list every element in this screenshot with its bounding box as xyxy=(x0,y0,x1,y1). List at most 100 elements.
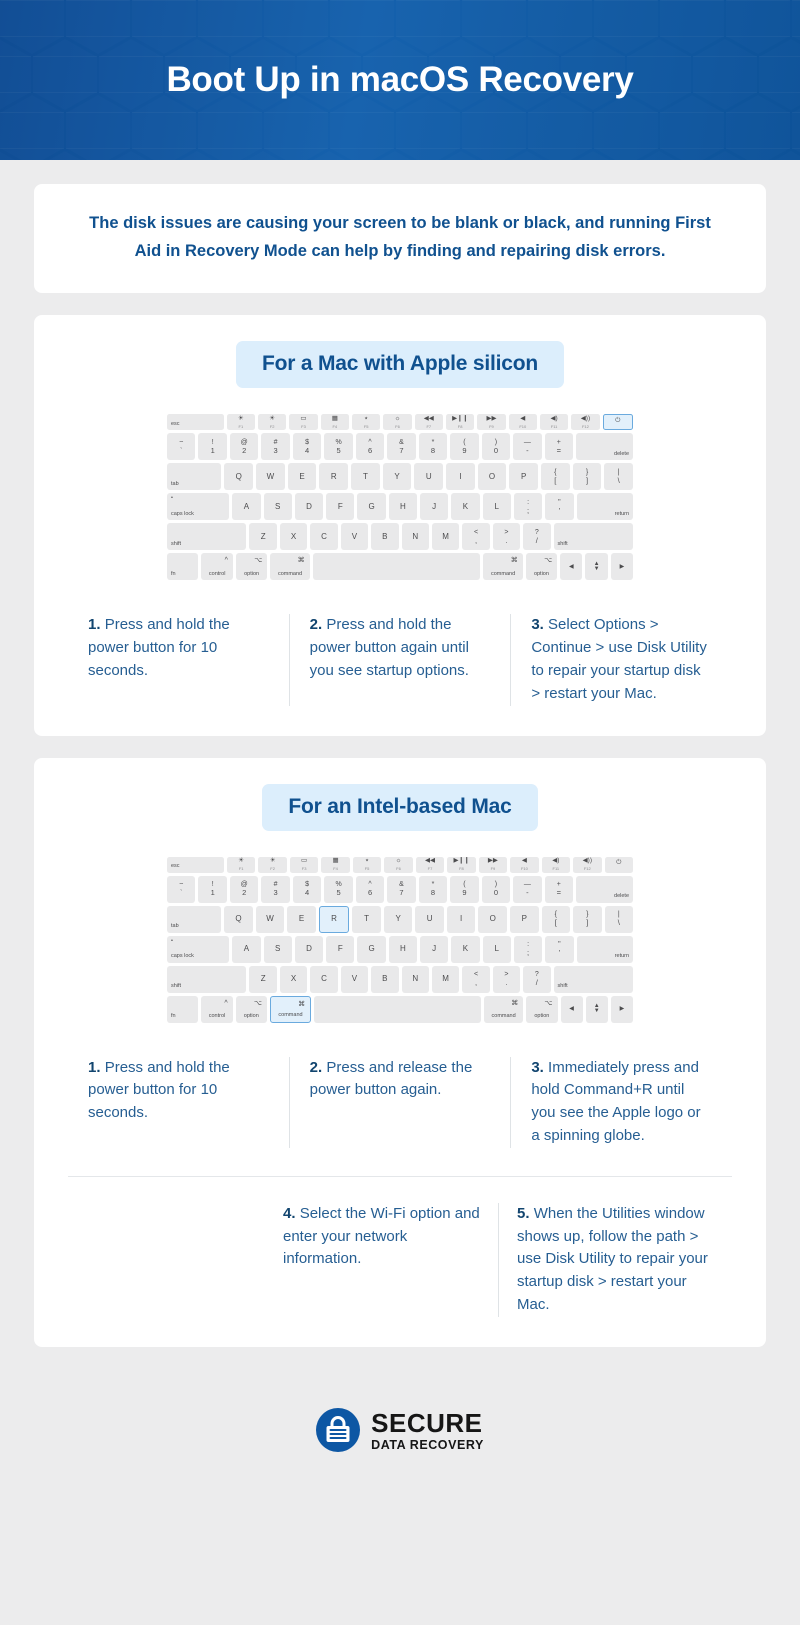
key-keyboard-backlight-up-icon[interactable]: ☼ F6 xyxy=(384,856,413,873)
key-arrow[interactable]: ◀ xyxy=(560,995,583,1023)
key-fn[interactable]: fn xyxy=(167,553,199,581)
key-command[interactable]: ⌘ command xyxy=(483,553,523,581)
key-u[interactable]: U xyxy=(415,905,444,933)
key-delete[interactable]: delete xyxy=(576,875,634,903)
key-power-icon[interactable]: ⏻ xyxy=(604,856,634,873)
key-0[interactable]: ) 0 xyxy=(481,875,511,903)
key-option[interactable]: ⌥ option xyxy=(525,553,558,581)
key-[[interactable]: {[ xyxy=(541,905,571,933)
key-;[interactable]: :; xyxy=(513,935,543,963)
key-brightness-up-icon[interactable]: ☀ F2 xyxy=(258,856,287,873)
key-h[interactable]: H xyxy=(388,493,418,521)
key-5[interactable]: % 5 xyxy=(324,875,353,903)
key-9[interactable]: (9 xyxy=(450,433,479,461)
key-shift[interactable]: shift xyxy=(167,965,247,993)
key-0[interactable]: ) 0 xyxy=(481,433,511,461)
key-.[interactable]: >. xyxy=(492,965,521,993)
key-tab[interactable]: tab xyxy=(167,905,222,933)
key-1[interactable]: ! 1 xyxy=(198,875,227,903)
key-w[interactable]: W xyxy=(256,463,285,491)
key-`[interactable]: ~ ` xyxy=(167,875,196,903)
key-t[interactable]: T xyxy=(352,905,381,933)
key-control[interactable]: ^ control xyxy=(201,995,233,1023)
key-power-icon[interactable]: ⏻ xyxy=(602,414,633,431)
key-arrow[interactable]: ▶ xyxy=(610,995,634,1023)
key-8[interactable]: * 8 xyxy=(418,875,448,903)
key-a[interactable]: A xyxy=(232,493,261,521)
key-i[interactable]: I xyxy=(446,905,476,933)
key-space[interactable] xyxy=(314,995,482,1023)
key-y[interactable]: Y xyxy=(383,905,413,933)
key-command[interactable]: ⌘ command xyxy=(269,995,312,1023)
key-f[interactable]: F xyxy=(326,493,355,521)
key-fn[interactable]: fn xyxy=(167,995,199,1023)
key-[[interactable]: {[ xyxy=(541,463,570,491)
key-arrow[interactable]: ▶ xyxy=(610,553,634,581)
key-brightness-up-icon[interactable]: ☀ F2 xyxy=(258,414,287,431)
key-h[interactable]: H xyxy=(388,935,418,963)
key-o[interactable]: O xyxy=(478,905,507,933)
key-r[interactable]: R xyxy=(319,463,349,491)
key-u[interactable]: U xyxy=(414,463,444,491)
key-option[interactable]: ⌥ option xyxy=(235,995,267,1023)
key-s[interactable]: S xyxy=(263,935,292,963)
key-mute-icon[interactable]: ◀ F10 xyxy=(510,856,539,873)
key-space[interactable] xyxy=(312,553,481,581)
key-'[interactable]: " ' xyxy=(545,935,574,963)
key-x[interactable]: X xyxy=(279,523,308,551)
key-a[interactable]: A xyxy=(232,935,261,963)
key-l[interactable]: L xyxy=(482,935,511,963)
key-m[interactable]: M xyxy=(431,523,460,551)
key-return[interactable]: return xyxy=(576,935,634,963)
key-z[interactable]: Z xyxy=(249,523,277,551)
key-y[interactable]: Y xyxy=(382,463,412,491)
key-6[interactable]: ^ 6 xyxy=(355,875,385,903)
key-d[interactable]: D xyxy=(294,493,324,521)
key-;[interactable]: :; xyxy=(513,493,543,521)
key-t[interactable]: T xyxy=(351,463,380,491)
key-mission-control-icon[interactable]: ▭ F3 xyxy=(289,414,318,431)
key-arrow-updown[interactable]: ▲ ▼ xyxy=(585,553,608,581)
key-brightness-down-icon[interactable]: ☀ F1 xyxy=(226,414,255,431)
key-keyboard-backlight-down-icon[interactable]: ٭ F5 xyxy=(351,414,381,431)
key-w[interactable]: W xyxy=(255,905,285,933)
key-rewind-icon[interactable]: ◀◀ F7 xyxy=(415,856,445,873)
key-2[interactable]: @2 xyxy=(229,875,259,903)
key-volume-up-icon[interactable]: ◀)) F12 xyxy=(573,856,602,873)
key-l[interactable]: L xyxy=(482,493,511,521)
key-g[interactable]: G xyxy=(357,935,386,963)
key-rewind-icon[interactable]: ◀◀ F7 xyxy=(414,414,443,431)
key-i[interactable]: I xyxy=(446,463,475,491)
key-z[interactable]: Z xyxy=(249,965,277,993)
key-\[interactable]: | \ xyxy=(604,463,633,491)
key--[interactable]: — - xyxy=(513,433,542,461)
key-return[interactable]: return xyxy=(576,493,634,521)
key-p[interactable]: P xyxy=(509,905,539,933)
key-v[interactable]: V xyxy=(340,965,369,993)
key-n[interactable]: N xyxy=(401,523,429,551)
key-k[interactable]: K xyxy=(451,493,480,521)
key-9[interactable]: (9 xyxy=(450,875,479,903)
key-e[interactable]: E xyxy=(287,463,317,491)
key-command[interactable]: ⌘ command xyxy=(270,553,310,581)
key-s[interactable]: S xyxy=(263,493,292,521)
key-r[interactable]: R xyxy=(318,905,350,933)
key-keyboard-backlight-down-icon[interactable]: ٭ F5 xyxy=(352,856,382,873)
key-/[interactable]: ? / xyxy=(523,965,551,993)
key-c[interactable]: C xyxy=(310,965,338,993)
key-4[interactable]: $4 xyxy=(292,433,322,461)
key-x[interactable]: X xyxy=(279,965,308,993)
key-1[interactable]: ! 1 xyxy=(198,433,227,461)
key-n[interactable]: N xyxy=(401,965,429,993)
key-keyboard-backlight-up-icon[interactable]: ☼ F6 xyxy=(383,414,412,431)
key--[interactable]: — - xyxy=(513,875,542,903)
key-brightness-down-icon[interactable]: ☀ F1 xyxy=(226,856,256,873)
key-=[interactable]: + = xyxy=(544,433,574,461)
key-play-pause-icon[interactable]: ▶❙❙ F8 xyxy=(445,414,475,431)
key-v[interactable]: V xyxy=(340,523,369,551)
key-shift[interactable]: shift xyxy=(167,523,247,551)
key-o[interactable]: O xyxy=(477,463,507,491)
key-delete[interactable]: delete xyxy=(576,433,634,461)
key-q[interactable]: Q xyxy=(224,463,254,491)
key-launchpad-icon[interactable]: ▦ F4 xyxy=(321,856,350,873)
